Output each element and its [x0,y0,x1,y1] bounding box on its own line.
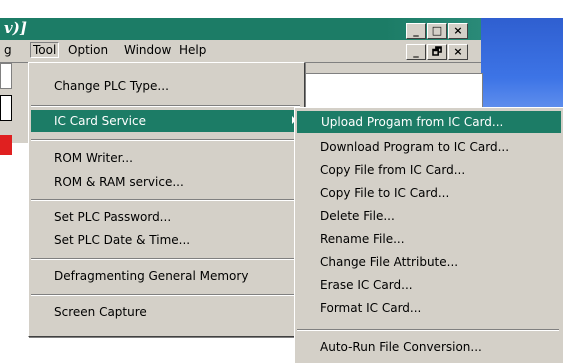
menu-item-screen-capture[interactable]: Screen Capture [29,301,304,323]
mdi-restore-button[interactable]: 🗗 [427,44,447,60]
menu-item-defragmenting[interactable]: Defragmenting General Memory [29,265,304,287]
menu-partial[interactable]: g [4,43,12,57]
menu-item-label: Rename File... [320,232,405,246]
menu-item-label: Set PLC Date & Time... [54,233,191,247]
menu-item-label: Format IC Card... [320,301,422,315]
menu-item-label: Download Program to IC Card... [320,140,510,154]
menu-item-label: IC Card Service [54,114,146,128]
submenu-item-erase-card[interactable]: Erase IC Card... [295,274,563,296]
menu-item-label: Auto-Run File Conversion... [320,340,482,354]
toolbar-fragment [0,63,12,89]
menu-item-label: Copy File to IC Card... [320,186,450,200]
submenu-item-delete-file[interactable]: Delete File... [295,205,563,227]
menu-separator [297,329,559,331]
menu-separator [31,199,300,201]
menu-item-label: Defragmenting General Memory [54,269,249,283]
maximize-button[interactable]: □ [427,23,447,39]
minimize-button[interactable]: _ [406,23,426,39]
menu-item-label: Copy File from IC Card... [320,163,466,177]
window-controls: _ □ × [406,23,468,39]
menu-item-label: Delete File... [320,209,395,223]
mdi-close-button[interactable]: × [448,44,468,60]
menu-item-label: ROM & RAM service... [54,175,184,189]
tool-menu: Change PLC Type... IC Card Service ROM W… [28,62,305,337]
submenu-item-format-card[interactable]: Format IC Card... [295,297,563,319]
status-fragment [0,135,12,155]
menu-item-label: Upload Progam from IC Card... [321,115,504,129]
submenu-item-rename-file[interactable]: Rename File... [295,228,563,250]
menu-option[interactable]: Option [68,43,108,57]
menu-item-label: Screen Capture [54,305,147,319]
menu-item-set-plc-password[interactable]: Set PLC Password... [29,206,304,228]
menu-item-change-plc-type[interactable]: Change PLC Type... [29,75,304,97]
menu-tool[interactable]: Tool [30,42,60,58]
menu-item-label: Change File Attribute... [320,255,459,269]
submenu-item-copy-to-card[interactable]: Copy File to IC Card... [295,182,563,204]
menu-help[interactable]: Help [179,43,206,57]
menu-separator [31,105,300,107]
submenu-item-download-program[interactable]: Download Program to IC Card... [295,136,563,158]
menu-separator [31,139,300,141]
window-title: v)] [4,19,27,37]
menu-item-label: Set PLC Password... [54,210,172,224]
submenu-item-auto-run-conversion[interactable]: Auto-Run File Conversion... [295,336,563,358]
submenu-item-copy-from-card[interactable]: Copy File from IC Card... [295,159,563,181]
submenu-item-change-attribute[interactable]: Change File Attribute... [295,251,563,273]
menu-separator [31,258,300,260]
menu-item-ic-card-service[interactable]: IC Card Service [31,110,302,132]
menu-window[interactable]: Window [124,43,171,57]
menu-separator [31,294,300,296]
desktop-background [481,18,563,118]
close-button[interactable]: × [448,23,468,39]
menu-item-rom-writer[interactable]: ROM Writer... [29,147,304,169]
cropped-heading [0,0,563,4]
mdi-controls: _ 🗗 × [406,44,468,60]
menu-item-set-plc-date-time[interactable]: Set PLC Date & Time... [29,229,304,251]
menu-item-label: ROM Writer... [54,151,133,165]
input-fragment [0,95,12,121]
menu-item-label: Erase IC Card... [320,278,413,292]
submenu-item-upload-program[interactable]: Upload Progam from IC Card... [297,111,561,133]
mdi-minimize-button[interactable]: _ [406,44,426,60]
ic-card-submenu: Upload Progam from IC Card... Download P… [294,107,563,363]
menu-item-label: Change PLC Type... [54,79,169,93]
menu-item-rom-ram-service[interactable]: ROM & RAM service... [29,171,304,193]
